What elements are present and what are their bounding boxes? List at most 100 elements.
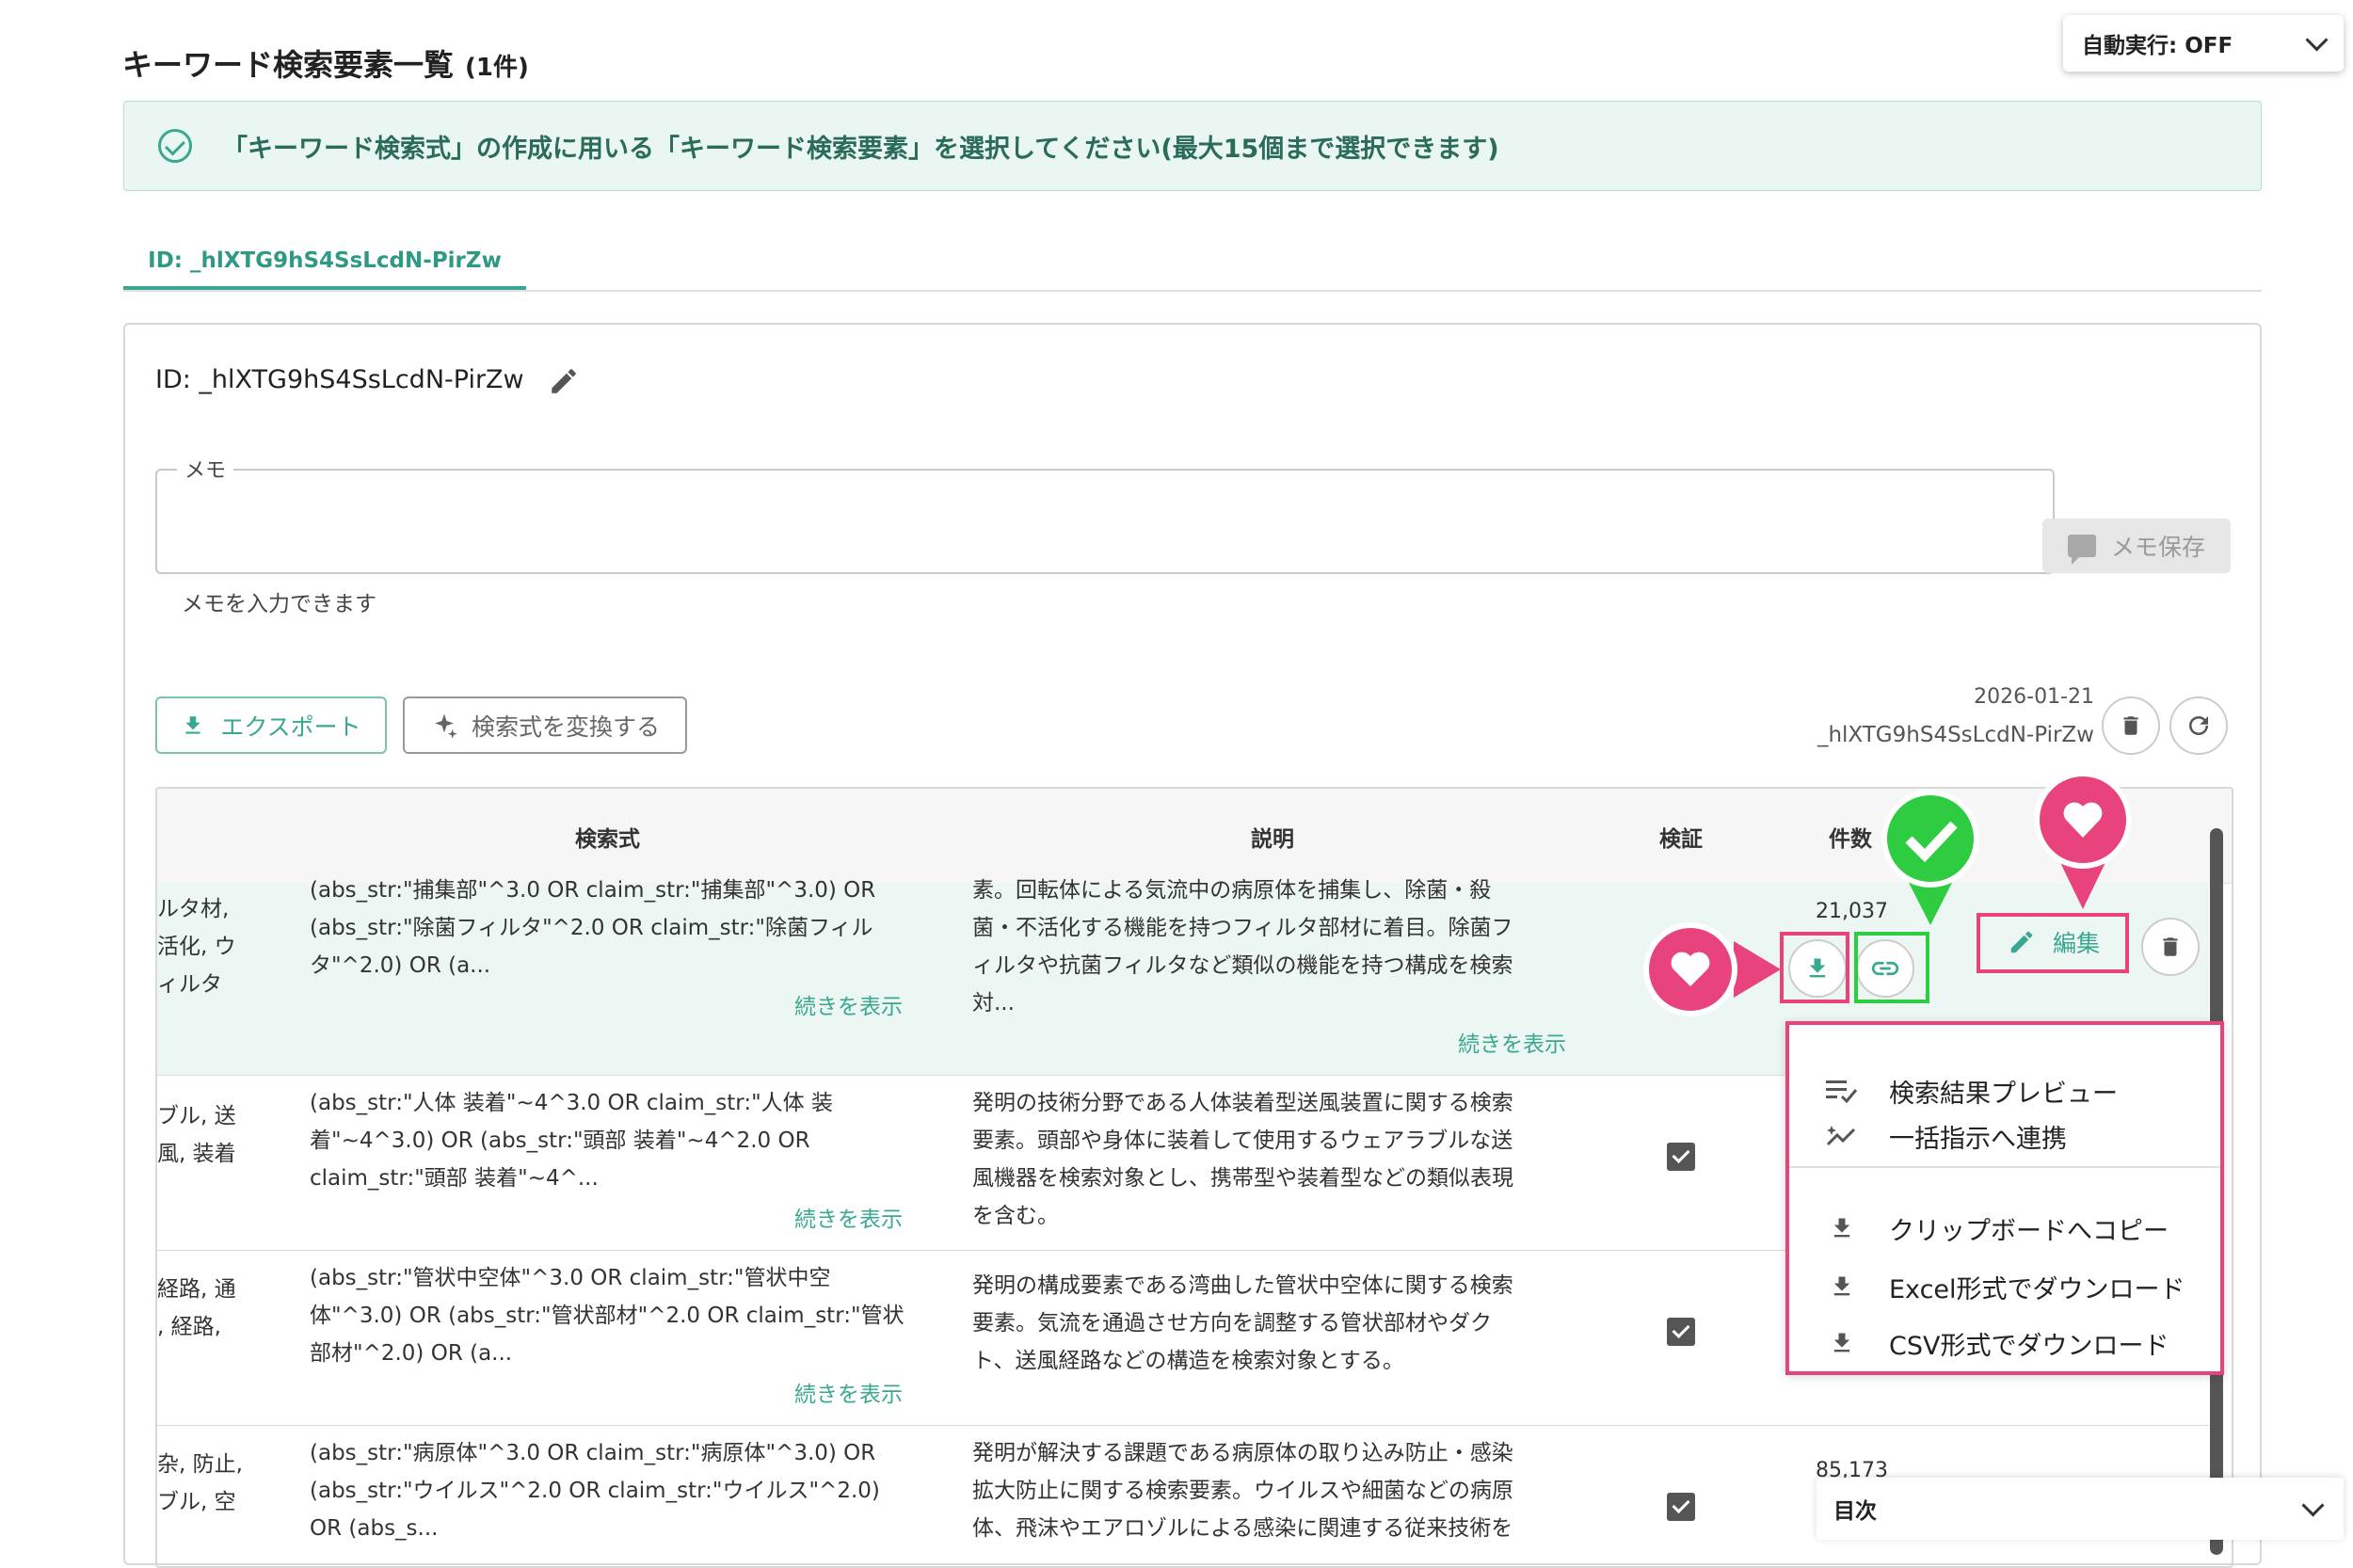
meta-id: _hlXTG9hS4SsLcdN-PirZw: [1817, 723, 2094, 747]
desc-line: 発明が解決する課題である病原体の取り込み防止・感染: [972, 1441, 1513, 1465]
keywords-cell: 杂, 防止, ブル, 空: [157, 1446, 243, 1521]
desc-line: ト、送風経路などの構造を検索対象とする。: [972, 1349, 1404, 1373]
trash-icon: [2163, 937, 2178, 956]
keyword-line: 杂, 防止,: [157, 1452, 243, 1477]
export-button[interactable]: エクスポート: [155, 696, 387, 754]
memo-label: メモ: [177, 454, 234, 484]
query-line: claim_str:"頭部 装着"~4^...: [310, 1166, 599, 1191]
check-marker-icon: [1881, 790, 1979, 925]
query-line: (abs_str:"管状中空体"^3.0 OR claim_str:"管状中空: [310, 1266, 831, 1290]
edit-pencil-icon[interactable]: [548, 365, 580, 397]
refresh-button[interactable]: [2169, 696, 2228, 755]
comment-icon: [2067, 535, 2096, 565]
desc-line: を含む。: [972, 1204, 1059, 1228]
desc-line: 風機器を検索対象とし、携帯型や装着型などの類似表現: [972, 1166, 1513, 1191]
tab-divider: [123, 290, 2262, 292]
delete-row-button[interactable]: [2141, 918, 2200, 976]
desc-line: 菌・不活化する機能を持つフィルタ部材に着目。除菌フ: [972, 916, 1513, 940]
menu-item-csv[interactable]: CSV形式でダウンロード: [1789, 1315, 2220, 1371]
convert-query-button[interactable]: 検索式を変換する: [403, 696, 687, 754]
info-banner: 「キーワード検索式」の作成に用いる「キーワード検索要素」を選択してください(最大…: [123, 101, 2262, 191]
menu-item-excel[interactable]: Excel形式でダウンロード: [1789, 1258, 2220, 1315]
action-menu: 検索結果プレビュー 一括指示へ連携 クリップボードへコピー Excel形式でダウ…: [1785, 1021, 2224, 1375]
tab-label: ID: _hlXTG9hS4SsLcdN-PirZw: [148, 248, 502, 273]
menu-item-clipboard[interactable]: クリップボードへコピー: [1789, 1200, 2220, 1256]
description-cell: 発明が解決する課題である病原体の取り込み防止・感染 拡大防止に関する検索要素。ウ…: [972, 1434, 1513, 1547]
check-circle-icon: [158, 129, 192, 163]
chevron-down-icon: [2301, 1493, 2325, 1517]
query-cell: (abs_str:"病原体"^3.0 OR claim_str:"病原体"^3.…: [310, 1434, 880, 1547]
description-cell: 発明の構成要素である湾曲した管状中空体に関する検索 要素。気流を通過させ方向を調…: [972, 1267, 1513, 1380]
keyword-line: ブル, 空: [157, 1490, 236, 1514]
heart-marker-icon: [1643, 922, 1781, 1016]
description-cell: 素。回転体による気流中の病原体を捕集し、除菌・殺 菌・不活化する機能を持つフィル…: [972, 872, 1513, 1022]
menu-item-label: クリップボードへコピー: [1889, 1216, 2169, 1246]
keyword-line: ルタ材,: [157, 897, 230, 921]
page-title: キーワード検索要素一覧 (1件): [122, 41, 529, 85]
show-more-query-link[interactable]: 続きを表示: [794, 1201, 903, 1233]
verify-checkbox[interactable]: [1667, 1143, 1695, 1171]
trash-icon: [2123, 716, 2138, 735]
page-title-text: キーワード検索要素一覧: [122, 47, 455, 83]
info-banner-text: 「キーワード検索式」の作成に用いる「キーワード検索要素」を選択してください(最大…: [222, 134, 1499, 164]
toc-panel[interactable]: 目次: [1817, 1478, 2344, 1540]
desc-line: 発明の技術分野である人体装着型送風装置に関する検索: [972, 1091, 1513, 1115]
memo-save-button[interactable]: メモ保存: [2042, 519, 2231, 573]
menu-divider: [1789, 1166, 2220, 1168]
query-cell: (abs_str:"人体 装着"~4^3.0 OR claim_str:"人体 …: [310, 1084, 833, 1197]
desc-line: 体、飛沫やエアロゾルによる感染に関連する従来技術を: [972, 1516, 1513, 1541]
keyword-line: 風, 装着: [157, 1142, 236, 1166]
keywords-cell: 経路, 通 , 経路,: [157, 1271, 236, 1346]
verify-checkbox[interactable]: [1667, 1318, 1695, 1346]
keyword-line: ブル, 送: [157, 1104, 236, 1128]
query-line: タ"^2.0) OR (a...: [310, 953, 491, 978]
query-line: 着"~4^3.0) OR (abs_str:"頭部 装着"~4^2.0 OR: [310, 1128, 810, 1153]
card-id-label: ID: _hlXTG9hS4SsLcdN-PirZw: [155, 365, 524, 394]
show-more-query-link[interactable]: 続きを表示: [794, 1376, 903, 1408]
keyword-line: 活化, ウ: [157, 935, 236, 959]
desc-line: 要素。気流を通過させ方向を調整する管状部材やダク: [972, 1311, 1492, 1336]
desc-line: 要素。頭部や身体に装着して使用するウェアラブルな送: [972, 1128, 1513, 1153]
query-line: (abs_str:"除菌フィルタ"^2.0 OR claim_str:"除菌フィ…: [310, 916, 873, 940]
highlight-download: [1780, 932, 1849, 1003]
menu-item-label: Excel形式でダウンロード: [1889, 1274, 2185, 1304]
download-icon: [185, 715, 200, 734]
toc-label: 目次: [1833, 1499, 1877, 1524]
tab-element-id[interactable]: ID: _hlXTG9hS4SsLcdN-PirZw: [123, 235, 526, 290]
desc-line: 発明の構成要素である湾曲した管状中空体に関する検索: [972, 1273, 1513, 1298]
convert-label: 検索式を変換する: [471, 712, 660, 741]
keyword-line: ィルタ: [157, 972, 222, 997]
keywords-cell: ブル, 送 風, 装着: [157, 1097, 236, 1173]
query-line: (abs_str:"捕集部"^3.0 OR claim_str:"捕集部"^3.…: [310, 878, 876, 903]
col-description: 説明: [1251, 827, 1294, 852]
show-more-query-link[interactable]: 続きを表示: [794, 988, 903, 1020]
download-icon: [1823, 1272, 1861, 1301]
show-more-desc-link[interactable]: 続きを表示: [1458, 1026, 1566, 1058]
memo-hint: メモを入力できます: [182, 592, 376, 616]
auto-run-dropdown[interactable]: 自動実行: OFF: [2063, 15, 2344, 72]
col-count: 件数: [1829, 827, 1872, 852]
col-verify: 検証: [1659, 827, 1703, 852]
page-title-count: (1件): [465, 54, 529, 82]
menu-item-batch[interactable]: 一括指示へ連携: [1789, 1108, 2220, 1164]
memo-input[interactable]: [155, 469, 2055, 574]
menu-item-label: CSV形式でダウンロード: [1889, 1331, 2169, 1361]
sparkle-chart-icon: [1823, 1124, 1861, 1148]
keywords-cell: ルタ材, 活化, ウ ィルタ: [157, 890, 236, 1003]
query-line: (abs_str:"人体 装着"~4^3.0 OR claim_str:"人体 …: [310, 1091, 833, 1115]
query-line: (abs_str:"ウイルス"^2.0 OR claim_str:"ウイルス"^…: [310, 1479, 880, 1503]
export-label: エクスポート: [220, 712, 361, 741]
auto-run-label: 自動実行: OFF: [2082, 34, 2233, 58]
highlight-edit: [1977, 913, 2129, 973]
download-icon: [1823, 1329, 1861, 1357]
memo-save-label: メモ保存: [2110, 534, 2205, 561]
desc-line: 素。回転体による気流中の病原体を捕集し、除菌・殺: [972, 878, 1492, 903]
delete-card-button[interactable]: [2102, 696, 2160, 755]
desc-line: ィルタや抗菌フィルタなど類似の機能を持つ構成を検索: [972, 953, 1513, 978]
chevron-down-icon: [2305, 27, 2329, 52]
menu-item-label: 検索結果プレビュー: [1889, 1079, 2118, 1109]
menu-item-label: 一括指示へ連携: [1889, 1124, 2067, 1154]
verify-checkbox[interactable]: [1667, 1493, 1695, 1521]
highlight-link: [1854, 932, 1929, 1003]
sparkle-icon: [434, 713, 457, 739]
